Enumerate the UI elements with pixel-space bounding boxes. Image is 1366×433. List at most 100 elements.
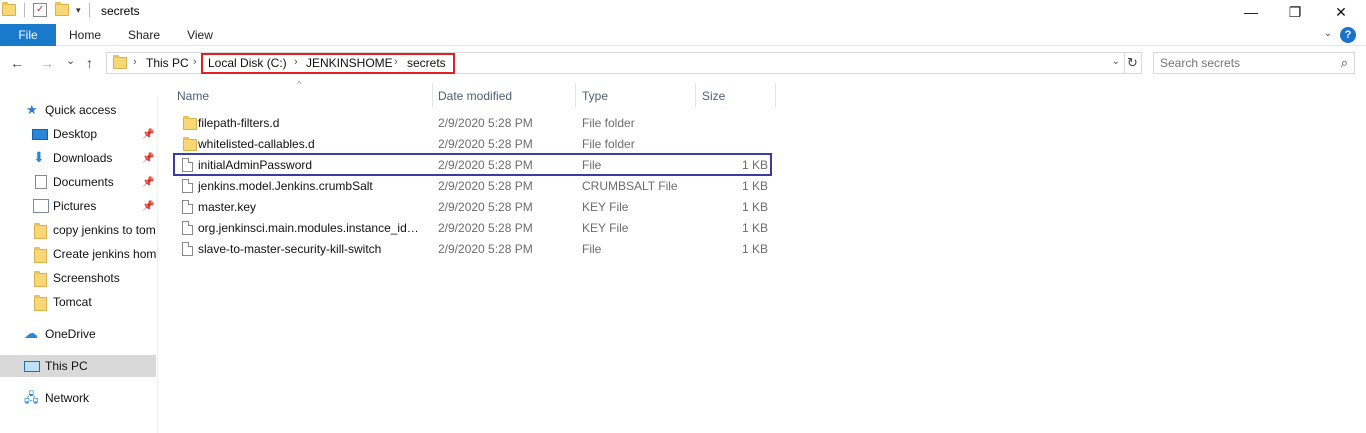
sidebar-item-label: Screenshots (53, 271, 120, 285)
file-date: 2/9/2020 5:28 PM (438, 200, 533, 214)
column-header-label: Name (177, 89, 210, 103)
sidebar-item-this-pc[interactable]: This PC (0, 355, 156, 377)
file-name: org.jenkinsci.main.modules.instance_ide.… (198, 221, 422, 235)
maximize-button[interactable]: ❐ (1272, 0, 1318, 24)
tab-share[interactable]: Share (124, 24, 164, 46)
column-header-size[interactable]: Size (696, 83, 775, 107)
file-size: 1 KB (741, 242, 768, 256)
computer-icon (24, 361, 40, 372)
forward-arrow-icon[interactable]: → (40, 55, 54, 71)
toolbar-divider (88, 3, 90, 17)
sidebar-item-pictures[interactable]: Pictures 📌 (0, 195, 156, 217)
chevron-right-icon[interactable]: › (294, 56, 298, 68)
file-name: jenkins.model.Jenkins.crumbSalt (198, 179, 373, 193)
file-type: File folder (582, 137, 635, 151)
file-row[interactable]: org.jenkinsci.main.modules.instance_ide.… (174, 218, 772, 239)
column-header-name[interactable]: Name (174, 83, 432, 107)
sidebar-item-quick-access[interactable]: ★ Quick access (0, 99, 156, 121)
network-icon: 🖧 (24, 390, 39, 405)
file-name: master.key (198, 200, 257, 214)
search-box[interactable]: ⌕ (1153, 52, 1355, 74)
sidebar-item-label: Create jenkins hom (53, 247, 156, 261)
breadcrumb-secrets[interactable]: secrets (407, 56, 446, 70)
file-row[interactable]: initialAdminPassword 2/9/2020 5:28 PM Fi… (174, 155, 772, 176)
help-icon[interactable]: ? (1340, 27, 1356, 43)
quick-access-toolbar: ✓ ▾ (0, 2, 98, 17)
breadcrumb-jenkinshome[interactable]: JENKINSHOME (306, 56, 393, 70)
pin-icon[interactable]: 📌 (142, 129, 154, 140)
file-size: 1 KB (741, 200, 768, 214)
toolbar-divider (24, 3, 25, 17)
sidebar-item-downloads[interactable]: ⬇ Downloads 📌 (0, 147, 156, 169)
ribbon-tabs: File Home Share View ⌄ ? (0, 24, 1366, 46)
window-title: secrets (101, 4, 140, 18)
folder-icon (34, 247, 47, 263)
column-header-type[interactable]: Type (576, 83, 695, 107)
properties-icon[interactable]: ✓ (33, 3, 47, 17)
navigation-bar: ← → ⌄ ↑ › This PC › Local Disk (C:) › JE… (0, 46, 1366, 80)
sidebar-item-network[interactable]: 🖧 Network (0, 387, 156, 409)
column-header-date-modified[interactable]: Date modified (433, 83, 575, 107)
file-row[interactable]: master.key 2/9/2020 5:28 PM KEY File 1 K… (174, 197, 772, 218)
chevron-right-icon[interactable]: › (193, 56, 197, 68)
folder-icon (183, 137, 197, 151)
file-icon (182, 242, 193, 256)
breadcrumb-this-pc[interactable]: This PC (146, 56, 189, 70)
chevron-right-icon[interactable]: › (133, 56, 137, 68)
search-input[interactable] (1154, 53, 1324, 73)
chevron-down-icon[interactable]: ⌄ (1112, 56, 1120, 67)
sidebar-item-copy-jenkins[interactable]: copy jenkins to tom (0, 219, 156, 241)
sidebar-item-label: Downloads (53, 151, 113, 165)
sidebar-item-create-jenkins[interactable]: Create jenkins hom (0, 243, 156, 265)
pin-icon[interactable]: 📌 (142, 201, 154, 212)
sidebar-item-label: Pictures (53, 199, 97, 213)
pin-icon[interactable]: 📌 (142, 177, 154, 188)
file-size: 1 KB (741, 179, 768, 193)
column-divider[interactable] (775, 83, 776, 107)
sidebar-item-label: This PC (45, 359, 88, 373)
refresh-icon[interactable]: ↻ (1124, 52, 1142, 74)
file-row[interactable]: jenkins.model.Jenkins.crumbSalt 2/9/2020… (174, 176, 772, 197)
search-icon[interactable]: ⌕ (1341, 55, 1348, 71)
close-button[interactable]: ✕ (1318, 0, 1364, 24)
file-type: KEY File (582, 221, 629, 235)
sidebar-item-screenshots[interactable]: Screenshots (0, 267, 156, 289)
file-type: File folder (582, 116, 635, 130)
ribbon-expand-icon[interactable]: ⌄ (1324, 28, 1332, 39)
sidebar-item-documents[interactable]: Documents 📌 (0, 171, 156, 193)
new-folder-icon[interactable] (55, 2, 69, 16)
sidebar-item-desktop[interactable]: Desktop 📌 (0, 123, 156, 145)
up-arrow-icon[interactable]: ↑ (86, 55, 93, 71)
sidebar-item-onedrive[interactable]: ☁ OneDrive (0, 323, 156, 345)
breadcrumb-local-disk[interactable]: Local Disk (C:) (208, 56, 287, 70)
address-bar[interactable]: › This PC › Local Disk (C:) › JENKINSHOM… (106, 52, 1125, 74)
sidebar-item-tomcat[interactable]: Tomcat (0, 291, 156, 313)
sidebar-item-label: Tomcat (53, 295, 92, 309)
folder-icon (113, 55, 127, 69)
tab-view[interactable]: View (182, 24, 218, 46)
file-name: initialAdminPassword (198, 158, 313, 172)
recent-locations-icon[interactable]: ⌄ (66, 54, 75, 67)
file-date: 2/9/2020 5:28 PM (438, 137, 533, 151)
folder-icon (34, 223, 47, 239)
sidebar-item-label: OneDrive (45, 327, 96, 341)
star-icon: ★ (26, 102, 38, 117)
tab-home[interactable]: Home (64, 24, 106, 46)
file-date: 2/9/2020 5:28 PM (438, 116, 533, 130)
folder-icon (34, 295, 47, 311)
tab-file[interactable]: File (0, 24, 56, 46)
file-type: KEY File (582, 200, 629, 214)
sidebar-item-label: copy jenkins to tom (53, 223, 156, 237)
file-row[interactable]: whitelisted-callables.d 2/9/2020 5:28 PM… (174, 134, 772, 155)
back-arrow-icon[interactable]: ← (10, 55, 24, 71)
file-name: filepath-filters.d (198, 116, 280, 130)
pin-icon[interactable]: 📌 (142, 153, 154, 164)
chevron-right-icon[interactable]: › (394, 56, 398, 68)
file-row[interactable]: slave-to-master-security-kill-switch 2/9… (174, 239, 772, 260)
file-row[interactable]: filepath-filters.d 2/9/2020 5:28 PM File… (174, 113, 772, 134)
file-icon (182, 200, 193, 214)
customize-toolbar-icon[interactable]: ▾ (76, 5, 81, 16)
navigation-pane: ★ Quick access Desktop 📌 ⬇ Downloads 📌 D… (0, 96, 158, 433)
minimize-button[interactable]: — (1228, 0, 1274, 24)
file-icon (182, 221, 193, 235)
